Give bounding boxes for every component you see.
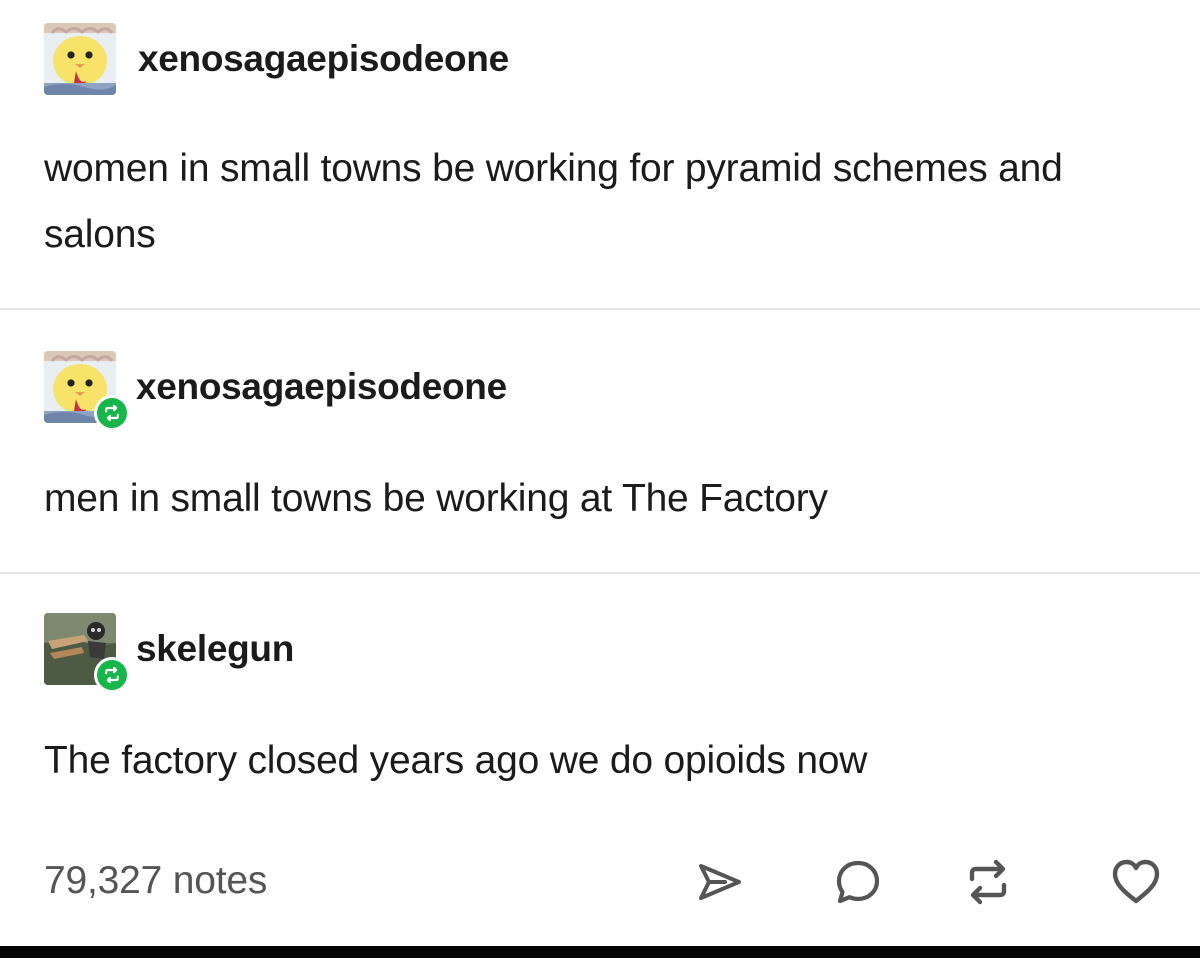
post-text: The factory closed years ago we do opioi… — [44, 739, 868, 782]
post-original: xenosagaepisodeone women in small towns … — [0, 0, 1200, 308]
share-button[interactable] — [692, 856, 748, 908]
post-footer: 79,327 notes — [0, 856, 1200, 912]
post-header: skelegun — [44, 612, 294, 693]
post-text: women in small towns be working for pyra… — [44, 147, 1063, 256]
username[interactable]: xenosagaepisodeone — [136, 366, 507, 408]
post-text: men in small towns be working at The Fac… — [44, 477, 828, 520]
post-header: xenosagaepisodeone — [44, 350, 507, 431]
avatar[interactable] — [44, 613, 130, 693]
notes-count[interactable]: 79,327 notes — [44, 856, 267, 906]
reblog-icon — [969, 859, 1007, 905]
like-button[interactable] — [1108, 856, 1164, 908]
post-header: xenosagaepisodeone — [44, 22, 509, 96]
reply-button[interactable] — [830, 856, 886, 908]
post-reblog: xenosagaepisodeone men in small towns be… — [0, 310, 1200, 572]
reblog-badge-icon — [94, 395, 130, 431]
reblog-badge-icon — [94, 657, 130, 693]
bottom-bar — [0, 946, 1200, 958]
chick-avatar-icon — [44, 23, 116, 95]
avatar[interactable] — [44, 351, 130, 431]
avatar[interactable] — [44, 23, 116, 95]
username[interactable]: xenosagaepisodeone — [138, 38, 509, 80]
username[interactable]: skelegun — [136, 628, 294, 670]
reply-icon — [836, 860, 880, 904]
heart-icon — [1112, 859, 1160, 904]
share-icon — [699, 864, 741, 900]
reblog-button[interactable] — [960, 856, 1016, 908]
